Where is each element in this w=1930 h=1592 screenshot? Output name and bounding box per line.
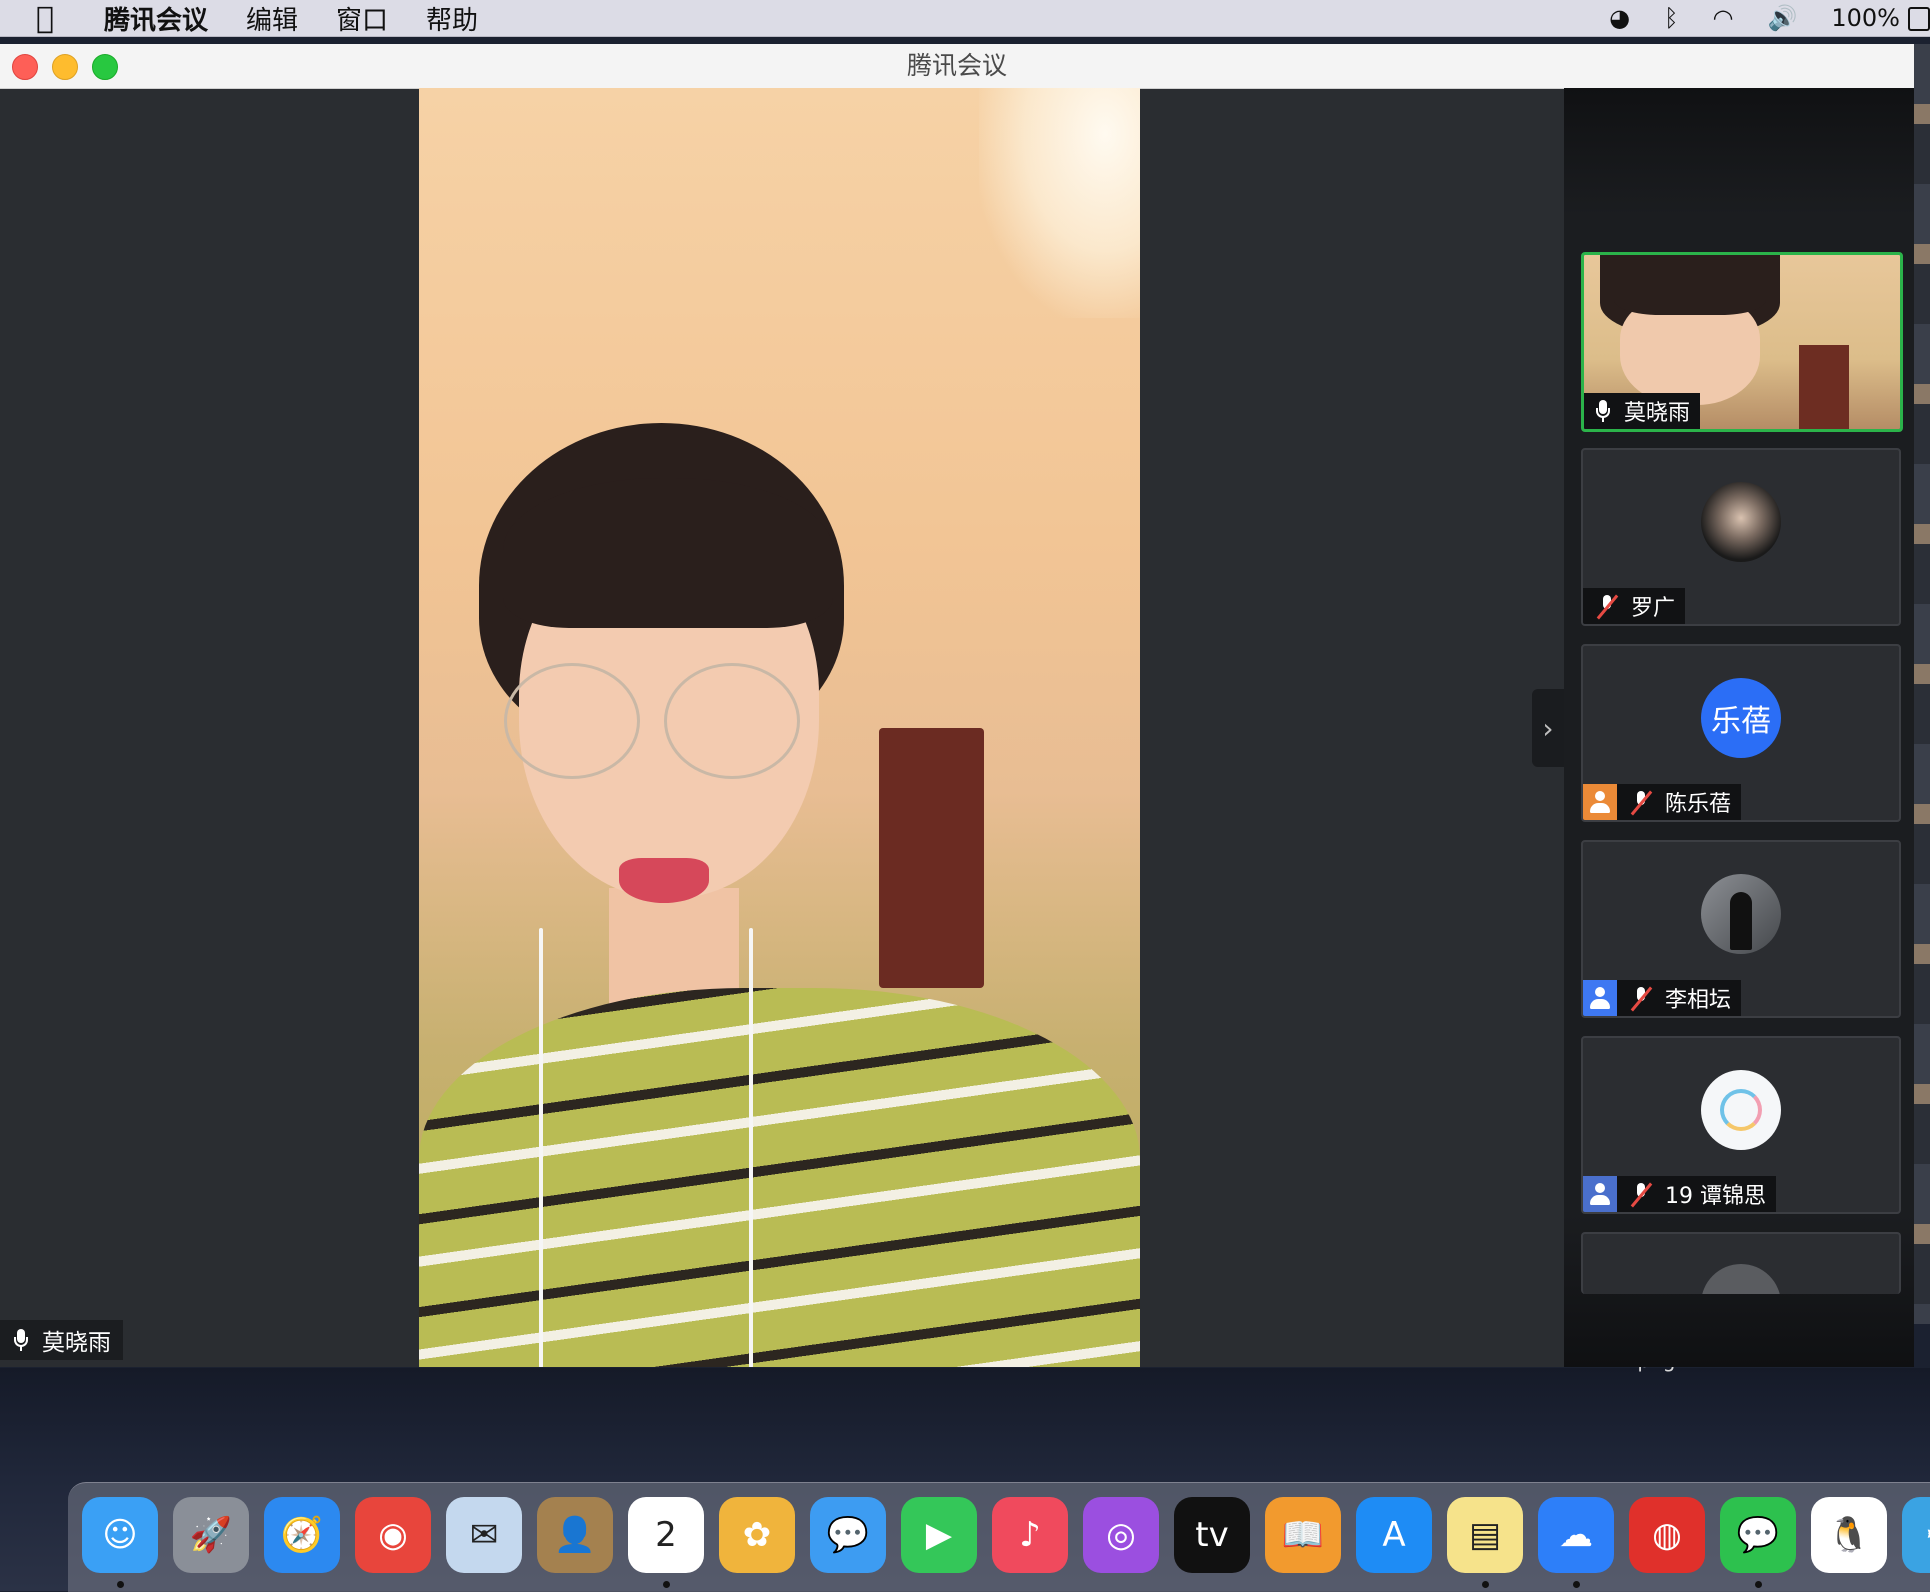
microphone-muted-icon xyxy=(1595,594,1619,618)
mail-icon[interactable]: ✉ xyxy=(446,1497,522,1573)
safari-icon[interactable]: 🧭 xyxy=(264,1497,340,1573)
menu-window[interactable]: 窗口 xyxy=(336,0,388,37)
tencent-meeting-icon[interactable]: ☁ xyxy=(1538,1497,1614,1573)
video-person-mouth xyxy=(619,858,709,903)
menu-edit[interactable]: 编辑 xyxy=(246,0,298,37)
messages-icon[interactable]: 💬 xyxy=(810,1497,886,1573)
participant-role-icon xyxy=(1583,1176,1617,1212)
video-earphone-cord-right xyxy=(749,928,753,1367)
participant-nameplate: 莫晓雨 xyxy=(1584,393,1701,429)
participant-avatar xyxy=(1701,482,1781,562)
participant-name: 李相坛 xyxy=(1665,988,1732,1013)
avatar-text: 乐蓓 xyxy=(1711,704,1771,739)
menu-bar:  腾讯会议 编辑 窗口 帮助 ◕ ᛒ ◠ 🔊 100% xyxy=(0,0,1930,37)
participant-nameplate: 陈乐蓓 xyxy=(1583,784,1742,820)
video-earphone-cord-left xyxy=(539,928,543,1367)
participant-avatar xyxy=(1701,874,1781,954)
menu-help[interactable]: 帮助 xyxy=(426,0,478,37)
window-title: 腾讯会议 xyxy=(906,51,1007,80)
facetime-icon[interactable]: ▶ xyxy=(901,1497,977,1573)
qq-icon[interactable]: 🐧 xyxy=(1811,1497,1887,1573)
participant-name: 陈乐蓓 xyxy=(1665,792,1732,817)
contacts-icon[interactable]: 👤 xyxy=(537,1497,613,1573)
menu-app-name[interactable]: 腾讯会议 xyxy=(104,0,208,37)
running-indicator xyxy=(663,1581,670,1588)
finder-icon[interactable]: ☺ xyxy=(82,1497,158,1573)
desktop-background-strip xyxy=(1914,44,1930,1324)
video-person-shirt xyxy=(419,988,1140,1367)
title-bar[interactable]: 腾讯会议 xyxy=(0,44,1914,89)
participant-tile[interactable]: 乐蓓 陈乐蓓 xyxy=(1581,644,1901,822)
host-role-icon xyxy=(1583,784,1617,820)
participant-name: 罗广 xyxy=(1631,596,1676,621)
participant-name: 莫晓雨 xyxy=(1624,401,1691,426)
status-area: ◕ ᛒ ◠ 🔊 100% xyxy=(1575,0,1930,36)
microphone-icon xyxy=(14,1329,28,1351)
chevron-right-icon: › xyxy=(1542,711,1554,745)
main-speaker-video[interactable] xyxy=(419,88,1140,1367)
participant-avatar xyxy=(1701,1070,1781,1150)
dock: ☺🚀🧭◉✉👤2✿💬▶♪◎tv📖A▤☁◍💬🐧✈ xyxy=(68,1482,1930,1592)
video-ceiling-light xyxy=(979,88,1140,318)
participant-avatar xyxy=(1701,1264,1781,1294)
music-icon[interactable]: ♪ xyxy=(992,1497,1068,1573)
wechat-icon[interactable]: 💬 xyxy=(1720,1497,1796,1573)
participant-nameplate: 罗广 xyxy=(1583,588,1686,624)
photos-icon[interactable]: ✿ xyxy=(719,1497,795,1573)
participant-tile[interactable]: 莫晓雨 xyxy=(1581,252,1903,432)
battery-percent[interactable]: 100% xyxy=(1831,4,1930,32)
participant-tile[interactable]: 罗广 xyxy=(1581,448,1901,626)
calendar-icon[interactable]: 2 xyxy=(628,1497,704,1573)
meeting-window: 腾讯会议 莫晓雨 › 莫晓雨 罗广 乐蓓 陈乐蓓 李相坛 19 谭锦思 xyxy=(0,44,1914,1367)
battery-text: 100% xyxy=(1831,4,1900,32)
running-indicator xyxy=(1482,1581,1489,1588)
video-person-bangs xyxy=(503,478,833,628)
collapse-panel-button[interactable]: › xyxy=(1532,689,1564,767)
podcasts-icon[interactable]: ◎ xyxy=(1083,1497,1159,1573)
participant-tile-partial[interactable] xyxy=(1581,1232,1901,1294)
microphone-icon xyxy=(1596,400,1610,422)
main-speaker-name: 莫晓雨 xyxy=(42,1330,111,1356)
video-background-furniture xyxy=(879,728,984,988)
tv-icon[interactable]: tv xyxy=(1174,1497,1250,1573)
video-glasses-right xyxy=(664,663,800,779)
participant-tile[interactable]: 19 谭锦思 xyxy=(1581,1036,1901,1214)
participant-panel: 莫晓雨 罗广 乐蓓 陈乐蓓 李相坛 19 谭锦思 xyxy=(1564,88,1914,1367)
participant-nameplate: 李相坛 xyxy=(1583,980,1742,1016)
bluetooth-icon[interactable]: ᛒ xyxy=(1664,4,1678,32)
launchpad-icon[interactable]: 🚀 xyxy=(173,1497,249,1573)
notes-icon[interactable]: ▤ xyxy=(1447,1497,1523,1573)
wifi-icon[interactable]: ◠ xyxy=(1713,4,1734,32)
battery-icon xyxy=(1908,7,1930,31)
video-glasses-left xyxy=(504,663,640,779)
running-indicator xyxy=(1573,1581,1580,1588)
microphone-muted-icon xyxy=(1629,986,1653,1010)
telegram-icon[interactable]: ✈ xyxy=(1902,1497,1930,1573)
participant-avatar: 乐蓓 xyxy=(1701,678,1781,758)
apple-menu-icon[interactable]:  xyxy=(36,1,86,36)
books-icon[interactable]: 📖 xyxy=(1265,1497,1341,1573)
cohost-role-icon xyxy=(1583,980,1617,1016)
appstore-icon[interactable]: A xyxy=(1356,1497,1432,1573)
participant-name: 19 谭锦思 xyxy=(1665,1184,1766,1209)
wechat-status-icon[interactable]: ◕ xyxy=(1609,4,1630,32)
microphone-muted-icon xyxy=(1629,790,1653,814)
chrome-icon[interactable]: ◉ xyxy=(355,1497,431,1573)
running-indicator xyxy=(1755,1581,1762,1588)
microphone-muted-icon xyxy=(1629,1182,1653,1206)
participant-tile[interactable]: 李相坛 xyxy=(1581,840,1901,1018)
participant-nameplate: 19 谭锦思 xyxy=(1583,1176,1776,1212)
netease-music-icon[interactable]: ◍ xyxy=(1629,1497,1705,1573)
main-speaker-label: 莫晓雨 xyxy=(0,1320,123,1360)
volume-icon[interactable]: 🔊 xyxy=(1767,4,1797,32)
running-indicator xyxy=(117,1581,124,1588)
